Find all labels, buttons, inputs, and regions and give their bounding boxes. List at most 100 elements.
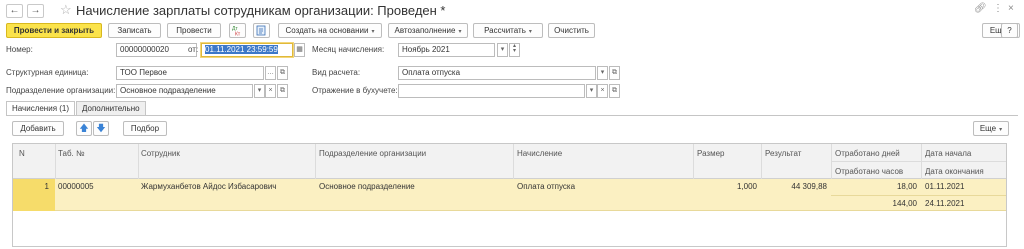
report-button[interactable]	[253, 23, 270, 38]
save-button[interactable]: Записать	[108, 23, 161, 38]
accounting-open-button[interactable]: ⧉	[609, 84, 620, 98]
number-label: Номер:	[6, 45, 33, 54]
help-button[interactable]: ?	[1001, 23, 1018, 38]
dt-kt-icon: Дт Кт	[232, 26, 241, 38]
cell-n: 1	[44, 182, 49, 191]
close-icon: ×	[600, 87, 605, 94]
create-based-on-button[interactable]: Создать на основании ▾	[278, 23, 382, 38]
table-row[interactable]: 1 00000005 Жармуханбетов Айдос Избасаров…	[13, 179, 1006, 211]
month-field[interactable]: Ноябрь 2021	[398, 43, 495, 57]
accruals-table[interactable]: N Таб. № Сотрудник Подразделение организ…	[12, 143, 1007, 247]
division-clear-button[interactable]: ×	[265, 84, 276, 98]
tab-additional[interactable]: Дополнительно	[76, 101, 146, 115]
accounting-dropdown-button[interactable]: ▾	[586, 84, 597, 98]
col-tab-no[interactable]: Таб. №	[58, 149, 85, 158]
open-icon: ⧉	[612, 87, 617, 94]
arrow-up-icon: 🡅	[79, 123, 89, 133]
cell-accrual: Оплата отпуска	[517, 182, 576, 191]
division-label: Подразделение организации:	[6, 86, 116, 95]
arrow-right-icon: →	[30, 5, 41, 16]
open-icon: ⧉	[280, 87, 285, 94]
chevron-down-icon: ▾	[257, 87, 262, 94]
autofill-label: Автозаполнение	[394, 26, 456, 35]
post-button[interactable]: Провести	[167, 23, 221, 38]
month-label: Месяц начисления:	[312, 45, 385, 54]
unit-field[interactable]: ТОО Первое	[116, 66, 264, 80]
chevron-down-icon: ▾	[999, 127, 1003, 133]
page-title: Начисление зарплаты сотрудникам организа…	[76, 3, 446, 18]
svg-text:Кт: Кт	[235, 32, 241, 37]
autofill-button[interactable]: Автозаполнение ▾	[388, 23, 468, 38]
col-amount[interactable]: Размер	[697, 149, 725, 158]
calc-type-open-button[interactable]: ⧉	[609, 66, 620, 80]
division-dropdown-button[interactable]: ▾	[254, 84, 265, 98]
open-icon: ⧉	[612, 69, 617, 76]
month-stepper[interactable]: ▴ ▾	[509, 43, 520, 57]
month-dropdown-button[interactable]: ▾	[497, 43, 508, 57]
division-open-button[interactable]: ⧉	[277, 84, 288, 98]
from-label: от:	[188, 45, 199, 54]
calc-type-field[interactable]: Оплата отпуска	[398, 66, 596, 80]
move-down-button[interactable]: 🡇	[93, 121, 109, 136]
stepper-icon: ▴ ▾	[512, 43, 516, 54]
col-accrual[interactable]: Начисление	[517, 149, 562, 158]
chevron-down-icon: ▾	[458, 29, 462, 35]
cell-worked-days: 18,00	[896, 182, 917, 191]
cell-division: Основное подразделение	[319, 182, 415, 191]
table-header: N Таб. № Сотрудник Подразделение организ…	[13, 144, 1006, 179]
cell-end-date: 24.11.2021	[925, 199, 965, 208]
close-icon[interactable]: ×	[1008, 3, 1014, 14]
division-field[interactable]: Основное подразделение	[116, 84, 253, 98]
back-button[interactable]: ←	[6, 4, 23, 18]
move-up-button[interactable]: 🡅	[76, 121, 92, 136]
tab-divider	[6, 115, 1018, 116]
col-worked-hours[interactable]: Отработано часов	[835, 167, 903, 176]
calculate-label: Рассчитать	[484, 26, 526, 35]
chevron-down-icon: ▾	[589, 87, 594, 94]
cell-tab-no: 00000005	[58, 182, 94, 191]
table-more-label: Еще	[979, 124, 997, 133]
chevron-down-icon: ▾	[500, 46, 505, 53]
dt-kt-button[interactable]: Дт Кт	[229, 23, 246, 38]
add-button[interactable]: Добавить	[12, 121, 64, 136]
col-result[interactable]: Результат	[765, 149, 801, 158]
forward-button[interactable]: →	[27, 4, 44, 18]
cell-amount: 1,000	[736, 182, 757, 191]
table-more-button[interactable]: Еще ▾	[973, 121, 1009, 136]
date-value: 01.11.2021 23:59:59	[205, 45, 278, 54]
clear-button[interactable]: Очистить	[548, 23, 595, 38]
unit-select-button[interactable]: …	[265, 66, 276, 80]
cell-result: 44 309,88	[791, 182, 827, 191]
link-icon[interactable]: 🔗︎	[974, 3, 987, 14]
col-division[interactable]: Подразделение организации	[319, 149, 426, 158]
arrow-left-icon: ←	[9, 5, 20, 16]
calculate-button[interactable]: Рассчитать ▾	[473, 23, 543, 38]
selection-button[interactable]: Подбор	[123, 121, 167, 136]
col-worked-days[interactable]: Отработано дней	[835, 149, 900, 158]
col-end-date[interactable]: Дата окончания	[925, 167, 984, 176]
col-start-date[interactable]: Дата начала	[925, 149, 971, 158]
accounting-field[interactable]	[398, 84, 585, 98]
col-employee[interactable]: Сотрудник	[141, 149, 180, 158]
calendar-icon: ▦	[296, 46, 303, 53]
create-based-on-label: Создать на основании	[285, 26, 369, 35]
calendar-button[interactable]: ▦	[294, 43, 305, 57]
ellipsis-icon: …	[267, 69, 274, 76]
cell-start-date: 01.11.2021	[925, 182, 965, 191]
cell-employee: Жармуханбетов Айдос Избасарович	[141, 182, 277, 191]
accounting-clear-button[interactable]: ×	[597, 84, 608, 98]
post-and-close-button[interactable]: Провести и закрыть	[6, 23, 102, 38]
unit-open-button[interactable]: ⧉	[277, 66, 288, 80]
tab-accruals[interactable]: Начисления (1)	[6, 101, 76, 116]
report-icon	[256, 25, 266, 36]
more-vertical-icon[interactable]: ⋮	[993, 3, 1003, 14]
date-field[interactable]: 01.11.2021 23:59:59	[201, 43, 293, 57]
star-icon[interactable]: ☆	[60, 2, 72, 18]
calc-type-dropdown-button[interactable]: ▾	[597, 66, 608, 80]
chevron-down-icon: ▾	[600, 69, 605, 76]
col-n[interactable]: N	[19, 149, 25, 158]
chevron-down-icon: ▾	[371, 29, 375, 35]
close-icon: ×	[268, 87, 273, 94]
cell-worked-hours: 144,00	[892, 199, 917, 208]
number-field[interactable]: 00000000020	[116, 43, 197, 57]
